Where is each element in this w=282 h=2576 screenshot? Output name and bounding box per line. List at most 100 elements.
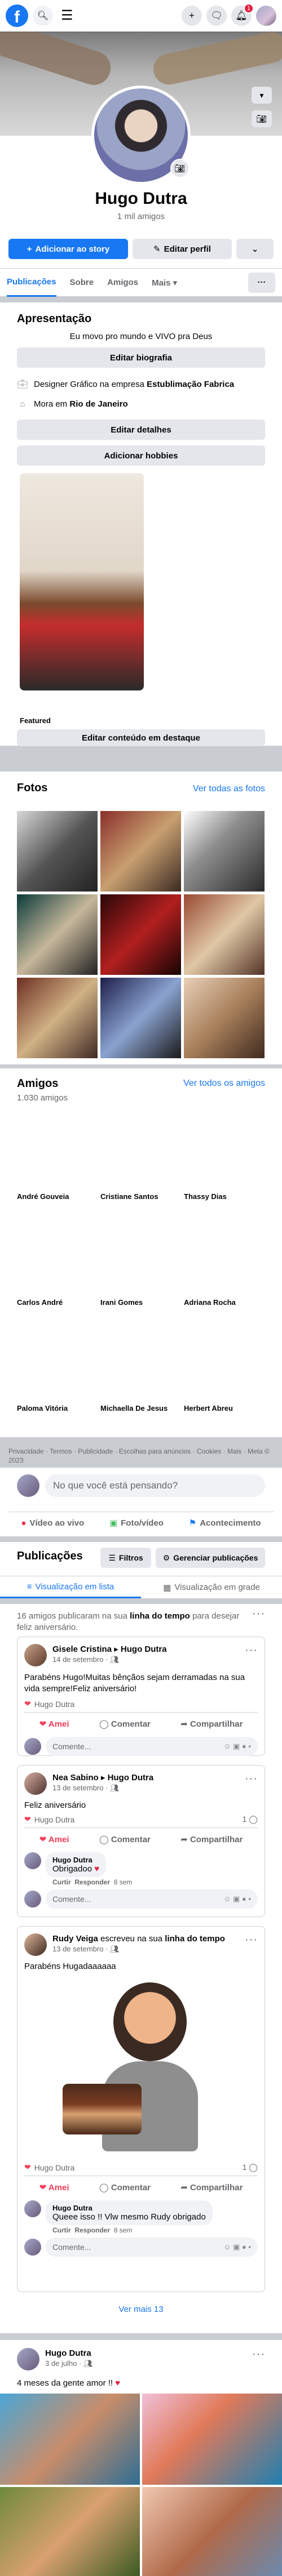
- friend-name[interactable]: Adriana Rocha: [184, 1298, 236, 1307]
- see-all-photos-link[interactable]: Ver todas as fotos: [193, 784, 265, 794]
- friend-photo[interactable]: [184, 1130, 265, 1189]
- friend-name[interactable]: Thassy Dias: [184, 1192, 227, 1201]
- menu-icon[interactable]: ☰: [61, 9, 73, 23]
- post-author[interactable]: Rudy Veiga: [52, 1934, 98, 1944]
- tab-publicacoes[interactable]: Publicações: [7, 269, 56, 297]
- reaction-by[interactable]: Hugo Dutra: [34, 2163, 75, 2172]
- account-avatar[interactable]: [256, 6, 276, 26]
- see-all-friends-link[interactable]: Ver todos os amigos: [183, 1078, 265, 1089]
- photo-thumbnail[interactable]: [184, 978, 265, 1058]
- live-video-button[interactable]: ● Vídeo ao vivo: [21, 1518, 84, 1528]
- filters-button[interactable]: ☰ Filtros: [100, 1548, 151, 1568]
- search-icon[interactable]: 🔍︎: [33, 6, 53, 26]
- tabs-more-button[interactable]: ···: [248, 272, 275, 293]
- edit-profile-button[interactable]: ✎ Editar perfil: [133, 239, 232, 259]
- reply-avatar[interactable]: [24, 2200, 41, 2217]
- friend-photo[interactable]: [17, 1236, 98, 1295]
- photo-thumbnail[interactable]: [17, 811, 98, 892]
- post-author-avatar[interactable]: [24, 1644, 47, 1666]
- work-company[interactable]: Estublimação Fabrica: [147, 380, 234, 389]
- post-photo[interactable]: [142, 2487, 282, 2576]
- birthday-avatar-image[interactable]: [17, 1977, 265, 2157]
- post-author-avatar[interactable]: [17, 2348, 39, 2370]
- footer-links[interactable]: Privacidade · Termos · Publicidade · Esc…: [0, 1443, 282, 1466]
- comment-tools-icons[interactable]: ☺ ▣ ● ▪: [223, 1895, 251, 1904]
- photo-thumbnail[interactable]: [184, 811, 265, 892]
- love-button[interactable]: ❤ Amei: [39, 2182, 69, 2192]
- comment-count[interactable]: 1 ◯: [243, 2163, 258, 2172]
- profile-camera-icon[interactable]: 📷︎: [170, 159, 190, 178]
- composer-avatar[interactable]: [17, 1474, 39, 1497]
- share-button[interactable]: ➦ Compartilhar: [180, 2182, 243, 2192]
- friend-photo[interactable]: [184, 1236, 265, 1295]
- featured-collection-image[interactable]: [20, 473, 144, 690]
- friend-photo[interactable]: [184, 1342, 265, 1401]
- timeline-link[interactable]: linha do tempo: [165, 1934, 225, 1944]
- notifications-bell-icon[interactable]: 🔔︎ 1: [231, 3, 254, 26]
- share-button[interactable]: ➦ Compartilhar: [180, 1719, 243, 1729]
- edit-featured-button[interactable]: Editar conteúdo em destaque: [17, 729, 265, 746]
- love-button[interactable]: ❤ Amei: [39, 1719, 69, 1729]
- post-author[interactable]: Gisele Cristina: [52, 1644, 112, 1654]
- edit-details-button[interactable]: Editar detalhes: [17, 420, 265, 440]
- post-date[interactable]: 13 de setembro: [52, 1784, 103, 1792]
- friend-photo[interactable]: [100, 1342, 181, 1401]
- comment-tools-icons[interactable]: ☺ ▣ ● ▪: [223, 2243, 251, 2252]
- post-photo[interactable]: [142, 2394, 282, 2485]
- tab-amigos[interactable]: Amigos: [107, 278, 138, 287]
- add-hobbies-button[interactable]: Adicionar hobbies: [17, 445, 265, 466]
- post-date[interactable]: 14 de setembro: [52, 1655, 103, 1664]
- post-date[interactable]: 13 de setembro: [52, 1945, 103, 1953]
- friend-name[interactable]: Irani Gomes: [100, 1298, 143, 1307]
- reaction-by[interactable]: Hugo Dutra: [34, 1700, 75, 1709]
- post-date[interactable]: 3 de julho: [45, 2359, 77, 2368]
- friend-name[interactable]: Herbert Abreu: [184, 1404, 233, 1412]
- tab-mais[interactable]: Mais ▾: [152, 278, 177, 288]
- comment-count[interactable]: 1 ◯: [243, 1815, 258, 1824]
- more-options-button[interactable]: ⌄: [236, 239, 274, 259]
- comment-input[interactable]: Comente... ☺ ▣ ● ▪: [46, 2238, 258, 2257]
- cover-edit-icon[interactable]: ▾: [252, 87, 272, 104]
- post-target[interactable]: Hugo Dutra: [121, 1644, 167, 1654]
- post-author[interactable]: Nea Sabino: [52, 1773, 99, 1782]
- comment-tools-icons[interactable]: ☺ ▣ ● ▪: [223, 1742, 251, 1751]
- friends-count[interactable]: 1 mil amigos: [0, 212, 282, 221]
- friend-card[interactable]: Herbert Abreu: [184, 1342, 265, 1425]
- comment-button[interactable]: ◯ Comentar: [99, 1834, 151, 1844]
- post-photo[interactable]: [0, 2487, 140, 2576]
- friend-card[interactable]: André Gouveia: [17, 1130, 98, 1214]
- create-plus-icon[interactable]: +: [182, 6, 202, 26]
- photo-thumbnail[interactable]: [184, 894, 265, 975]
- composer-input[interactable]: No que você está pensando?: [45, 1474, 265, 1497]
- friend-photo[interactable]: [17, 1130, 98, 1189]
- reply-author[interactable]: Hugo Dutra: [52, 1856, 99, 1864]
- see-more-posts-link[interactable]: Ver mais 13: [0, 2305, 282, 2314]
- love-button[interactable]: ❤ Amei: [39, 1834, 69, 1844]
- comment-input[interactable]: Comente... ☺ ▣ ● ▪: [46, 1737, 258, 1756]
- friend-card[interactable]: Cristiane Santos: [100, 1130, 181, 1214]
- manage-posts-button[interactable]: ⚙ Gerenciar publicações: [156, 1548, 265, 1568]
- camera-icon[interactable]: 📷︎: [252, 110, 272, 127]
- birthday-more-icon[interactable]: ···: [252, 1607, 265, 1620]
- friend-name[interactable]: Carlos André: [17, 1298, 63, 1307]
- reply-reply-link[interactable]: Responder: [74, 2226, 110, 2234]
- tab-sobre[interactable]: Sobre: [70, 278, 94, 287]
- reply-reply-link[interactable]: Responder: [74, 1878, 110, 1886]
- post-more-icon[interactable]: ···: [245, 1644, 258, 1657]
- comment-button[interactable]: ◯ Comentar: [99, 2182, 151, 2192]
- post-photo[interactable]: [0, 2394, 140, 2485]
- friend-name[interactable]: Cristiane Santos: [100, 1192, 158, 1201]
- post-more-icon[interactable]: ···: [252, 2348, 265, 2361]
- life-event-button[interactable]: ⚑ Acontecimento: [189, 1518, 261, 1528]
- facebook-logo[interactable]: f: [6, 5, 28, 27]
- friend-name[interactable]: Paloma Vitória: [17, 1404, 68, 1412]
- friend-name[interactable]: Michaella De Jesus: [100, 1404, 168, 1412]
- reply-author[interactable]: Hugo Dutra: [52, 2204, 206, 2212]
- friend-name[interactable]: André Gouveia: [17, 1192, 69, 1201]
- friend-photo[interactable]: [100, 1130, 181, 1189]
- photo-thumbnail[interactable]: [17, 894, 98, 975]
- photo-video-button[interactable]: ▣ Foto/vídeo: [109, 1518, 164, 1528]
- grid-view-tab[interactable]: ▦ Visualização em grade: [141, 1576, 282, 1598]
- photo-thumbnail[interactable]: [17, 978, 98, 1058]
- photo-thumbnail[interactable]: [100, 894, 181, 975]
